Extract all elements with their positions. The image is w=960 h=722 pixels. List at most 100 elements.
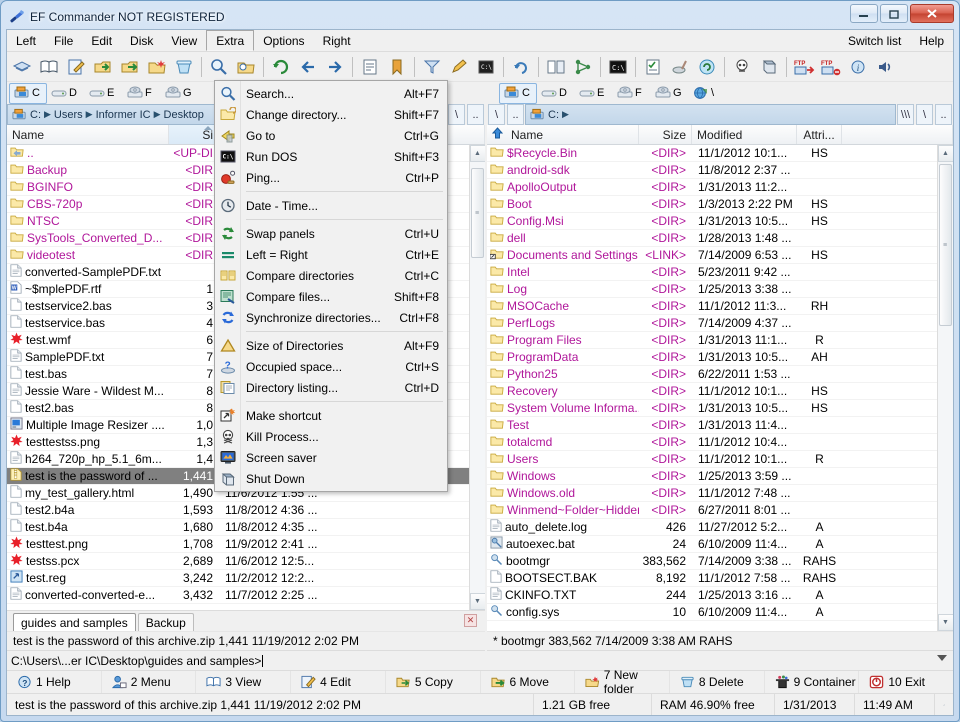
- folder-search-icon[interactable]: [233, 54, 259, 80]
- console2-icon[interactable]: C:\: [473, 54, 499, 80]
- menu-item-ping[interactable]: Ping...Ctrl+P: [215, 167, 447, 188]
- ftp-disconnect-icon[interactable]: FTP: [818, 54, 844, 80]
- right-up-button[interactable]: ..: [935, 104, 952, 125]
- menu-item-occupied-space[interactable]: ?Occupied space...Ctrl+S: [215, 356, 447, 377]
- refresh-icon[interactable]: [268, 54, 294, 80]
- table-row[interactable]: android-sdk<DIR>11/8/2012 2:37 ...: [487, 162, 937, 179]
- right-col-extra[interactable]: [842, 125, 953, 144]
- table-row[interactable]: CKINFO.TXT2441/25/2013 3:16 ...A: [487, 587, 937, 604]
- table-row[interactable]: Users<DIR>11/1/2012 10:1...R: [487, 451, 937, 468]
- menu-item-left-right[interactable]: Left = RightCtrl+E: [215, 244, 447, 265]
- info-icon[interactable]: i: [845, 54, 871, 80]
- left-col-name[interactable]: Name: [7, 125, 169, 144]
- forward-icon[interactable]: [322, 54, 348, 80]
- drive-button-network[interactable]: \: [689, 83, 727, 104]
- drive-button-c-right[interactable]: C: [499, 83, 537, 104]
- scroll-down-icon[interactable]: ▼: [938, 614, 954, 631]
- crumb-user[interactable]: Informer IC: [96, 109, 151, 121]
- reload-icon[interactable]: [508, 54, 534, 80]
- table-row[interactable]: Config.Msi<DIR>1/31/2013 10:5...HS: [487, 213, 937, 230]
- sound-icon[interactable]: [872, 54, 898, 80]
- branch-icon[interactable]: [570, 54, 596, 80]
- table-row[interactable]: converted-converted-e...3,43211/7/2012 2…: [7, 587, 469, 604]
- table-row[interactable]: MSOCache<DIR>11/1/2012 11:3...RH: [487, 298, 937, 315]
- drive-button-g-right[interactable]: G: [651, 83, 689, 104]
- table-row[interactable]: Boot<DIR>1/3/2013 2:22 PMHS: [487, 196, 937, 213]
- table-row[interactable]: Windows.old<DIR>11/1/2012 7:48 ...: [487, 485, 937, 502]
- right-file-list[interactable]: $Recycle.Bin<DIR>11/1/2012 10:1...HSandr…: [487, 145, 953, 631]
- right-col-name[interactable]: Name: [487, 125, 639, 144]
- menu-item-compare-directories[interactable]: Compare directoriesCtrl+C: [215, 265, 447, 286]
- book-icon[interactable]: [36, 54, 62, 80]
- table-row[interactable]: PerfLogs<DIR>7/14/2009 4:37 ...: [487, 315, 937, 332]
- table-row[interactable]: $Recycle.Bin<DIR>11/1/2012 10:1...HS: [487, 145, 937, 162]
- table-row[interactable]: auto_delete.log42611/27/2012 5:2...A: [487, 519, 937, 536]
- shutdown-icon[interactable]: [756, 54, 782, 80]
- right-scroll-thumb[interactable]: ≡: [939, 164, 952, 326]
- move-arrow-icon[interactable]: [117, 54, 143, 80]
- crumb-drive[interactable]: C:: [548, 109, 559, 121]
- fkey-1-help[interactable]: ? 1 Help: [7, 671, 102, 693]
- fkey-8-delete[interactable]: 8 Delete: [670, 671, 765, 693]
- checklist-icon[interactable]: [640, 54, 666, 80]
- right-vertical-scrollbar[interactable]: ▲ ≡ ▼: [937, 145, 953, 631]
- left-tab-guides-and-samples[interactable]: guides and samples: [13, 613, 136, 631]
- table-row[interactable]: test.reg3,24211/2/2012 12:2...: [7, 570, 469, 587]
- drive-button-d-left[interactable]: D: [47, 83, 85, 104]
- filter-icon[interactable]: [419, 54, 445, 80]
- table-row[interactable]: Log<DIR>1/25/2013 3:38 ...: [487, 281, 937, 298]
- minimize-button[interactable]: [850, 4, 878, 23]
- table-row[interactable]: ProgramData<DIR>1/31/2013 10:5...AH: [487, 349, 937, 366]
- table-row[interactable]: Windows<DIR>1/25/2013 3:59 ...: [487, 468, 937, 485]
- menu-item-go-to[interactable]: Go toCtrl+G: [215, 125, 447, 146]
- table-row[interactable]: Intel<DIR>5/23/2011 9:42 ...: [487, 264, 937, 281]
- magnifier-icon[interactable]: [206, 54, 232, 80]
- left-scroll-thumb[interactable]: ≡: [471, 168, 484, 258]
- table-row[interactable]: ApolloOutput<DIR>1/31/2013 11:2...: [487, 179, 937, 196]
- fkey-9-container[interactable]: 9 Container: [765, 671, 860, 693]
- table-row[interactable]: totalcmd<DIR>11/1/2012 10:4...: [487, 434, 937, 451]
- table-row[interactable]: Documents and Settings<LINK>7/14/2009 6:…: [487, 247, 937, 264]
- delete-bin-icon[interactable]: [171, 54, 197, 80]
- edit-note-icon[interactable]: [63, 54, 89, 80]
- extra-dropdown-menu[interactable]: Search...Alt+F7Change directory...Shift+…: [214, 80, 448, 492]
- menu-item-synchronize-directories[interactable]: Synchronize directories...Ctrl+F8: [215, 307, 447, 328]
- close-tab-icon[interactable]: ✕: [464, 614, 477, 627]
- table-row[interactable]: Winmend~Folder~Hidden<DIR>6/27/2011 8:01…: [487, 502, 937, 519]
- table-row[interactable]: testss.pcx2,68911/6/2012 12:5...: [7, 553, 469, 570]
- menu-item-swap-panels[interactable]: Swap panelsCtrl+U: [215, 223, 447, 244]
- menu-item-date-time[interactable]: Date - Time...: [215, 195, 447, 216]
- chevron-down-icon[interactable]: [937, 655, 947, 661]
- table-row[interactable]: testtest.png1,70811/9/2012 2:41 ...: [7, 536, 469, 553]
- right-col-modified[interactable]: Modified: [692, 125, 797, 144]
- bookmark-icon[interactable]: [384, 54, 410, 80]
- maximize-button[interactable]: [880, 4, 908, 23]
- table-row[interactable]: System Volume Informa...<DIR>1/31/2013 1…: [487, 400, 937, 417]
- drive-button-e-left[interactable]: E: [85, 83, 123, 104]
- table-row[interactable]: test2.b4a1,59311/8/2012 4:36 ...: [7, 502, 469, 519]
- packer-icon[interactable]: [9, 54, 35, 80]
- left-col-size[interactable]: Si: [169, 125, 219, 144]
- menu-switch-list[interactable]: Switch list: [839, 30, 910, 51]
- scroll-down-icon[interactable]: ▼: [470, 593, 486, 610]
- menu-edit[interactable]: Edit: [82, 30, 121, 51]
- scroll-up-icon[interactable]: ▲: [938, 145, 954, 162]
- drive-button-f-right[interactable]: F: [613, 83, 651, 104]
- fkey-4-edit[interactable]: 4 Edit: [291, 671, 386, 693]
- crumb-drive[interactable]: C:: [30, 109, 41, 121]
- right-root-button[interactable]: \: [916, 104, 933, 125]
- terminal-icon[interactable]: C:\: [605, 54, 631, 80]
- table-row[interactable]: Recovery<DIR>11/1/2012 10:1...HS: [487, 383, 937, 400]
- right-scroll-track[interactable]: ≡: [938, 162, 954, 614]
- left-up-button[interactable]: ..: [467, 104, 484, 125]
- skull-icon[interactable]: [729, 54, 755, 80]
- fkey-6-move[interactable]: 6 Move: [481, 671, 576, 693]
- right-root-button-left[interactable]: \: [488, 104, 505, 125]
- right-breadcrumb[interactable]: C: ▶: [525, 104, 896, 125]
- table-row[interactable]: autoexec.bat246/10/2009 11:4...A: [487, 536, 937, 553]
- menu-disk[interactable]: Disk: [121, 30, 162, 51]
- recycle-icon[interactable]: [694, 54, 720, 80]
- left-vertical-scrollbar[interactable]: ▲ ≡ ▼: [469, 145, 485, 610]
- menu-extra[interactable]: Extra: [206, 30, 254, 51]
- split-icon[interactable]: [543, 54, 569, 80]
